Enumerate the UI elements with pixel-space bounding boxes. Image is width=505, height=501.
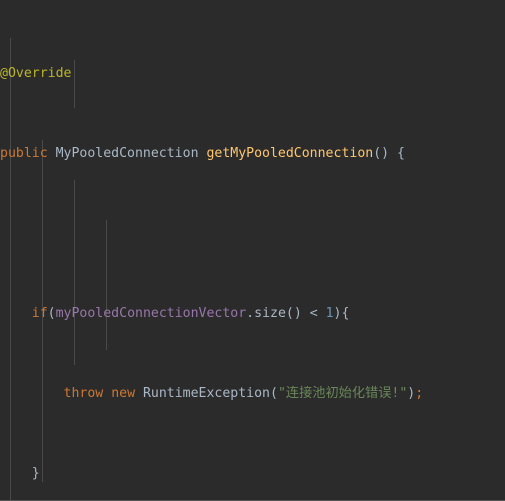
code-line[interactable]: if(myPooledConnectionVector.size() < 1){ <box>0 304 505 324</box>
punctuation: ; <box>415 386 424 401</box>
punctuation: () { <box>373 146 405 161</box>
type-token: MyPooledConnection <box>55 146 199 161</box>
code-line[interactable]: @Override <box>0 64 505 84</box>
string-literal-token: "连接池初始化错误!" <box>277 386 408 401</box>
punctuation: } <box>0 466 40 481</box>
keyword-token: throw <box>63 386 104 401</box>
keyword-token: if <box>31 306 48 321</box>
code-editor-pane[interactable]: @Override public MyPooledConnection getM… <box>0 0 505 501</box>
punctuation: ( <box>270 386 278 401</box>
annotation-token: @Override <box>0 66 72 81</box>
keyword-token: new <box>111 386 136 401</box>
punctuation: ( <box>47 306 56 321</box>
field-token[interactable]: myPooledConnectionVector <box>56 306 247 321</box>
punctuation: ){ <box>333 306 350 321</box>
code-content[interactable]: @Override public MyPooledConnection getM… <box>0 0 505 500</box>
keyword-token: public <box>0 146 48 161</box>
code-line[interactable]: throw new RuntimeException("连接池初始化错误!"); <box>0 384 505 404</box>
code-line[interactable]: } <box>0 464 505 484</box>
code-line[interactable]: public MyPooledConnection getMyPooledCon… <box>0 144 505 164</box>
method-declaration-token[interactable]: getMyPooledConnection <box>206 146 373 161</box>
number-token: 1 <box>325 306 334 321</box>
method-call-token[interactable]: size <box>254 306 286 321</box>
type-token: RuntimeException <box>142 386 271 401</box>
punctuation: () < <box>285 306 326 321</box>
punctuation: . <box>246 306 255 321</box>
code-line-blank[interactable] <box>0 224 505 244</box>
